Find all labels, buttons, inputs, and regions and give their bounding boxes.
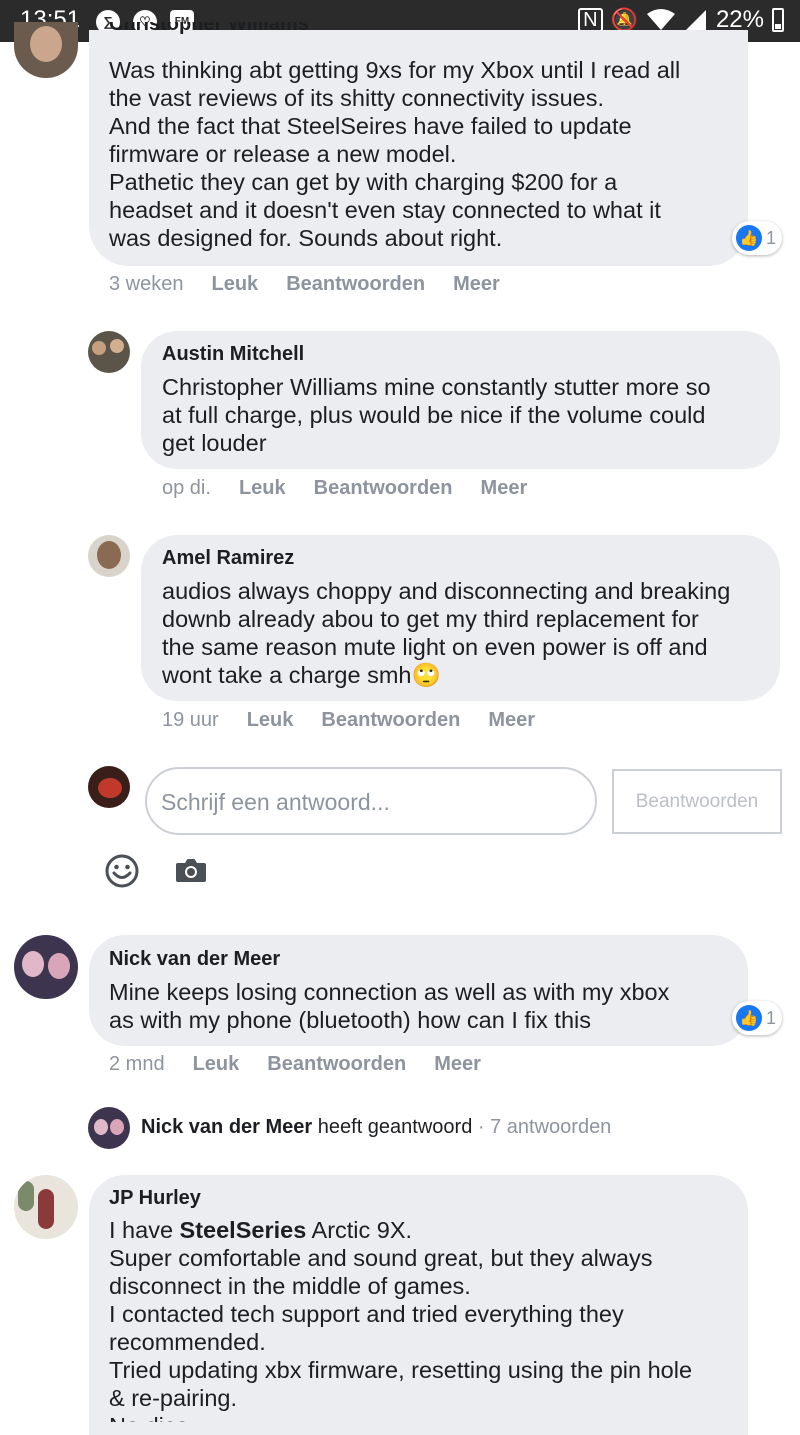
comment-text-cut: No dice. [109,1412,195,1422]
reply-button[interactable]: Beantwoorden [267,1053,406,1076]
rolling-eyes-emoji: 🙄 [411,662,441,688]
comment-time[interactable]: 19 uur [162,709,219,732]
reply-button[interactable]: Beantwoorden [321,709,460,732]
nfc-icon: N [578,8,603,32]
avatar [88,1107,130,1149]
comment-text: Was thinking abt getting 9xs for my Xbox… [109,57,681,251]
more-button[interactable]: Meer [434,1053,481,1076]
comment-text-body: audios always choppy and disconnecting a… [162,578,731,688]
more-button[interactable]: Meer [481,477,528,500]
view-replies-link[interactable]: Nick van der Meer heeft geantwoord · 7 a… [141,1116,611,1139]
thumbs-up-icon: 👍 [736,225,762,251]
avatar[interactable] [14,22,78,78]
comment-text-bold: SteelSeries [179,1217,307,1243]
comment-text: I have SteelSeries Arctic 9X. Super comf… [109,1216,692,1412]
reaction-number: 1 [766,227,777,248]
avatar[interactable] [14,935,78,999]
comment-actions: 2 mnd Leuk Beantwoorden Meer [109,1053,481,1076]
comment-text-part: Super comfortable and sound great, but t… [109,1245,693,1411]
avatar[interactable] [14,1175,78,1239]
comment-time[interactable]: 2 mnd [109,1053,165,1076]
comment-text: Mine keeps losing connection as well as … [109,979,670,1033]
like-button[interactable]: Leuk [247,709,294,732]
comment-author[interactable]: Christopher Williams [109,22,309,36]
comment-text-part: I have [109,1217,180,1243]
comment-time[interactable]: 3 weken [109,273,184,296]
more-button[interactable]: Meer [453,273,500,296]
like-button[interactable]: Leuk [239,477,286,500]
reaction-number: 1 [766,1007,777,1028]
thumbs-up-icon: 👍 [736,1005,762,1031]
like-button[interactable]: Leuk [212,273,259,296]
reaction-count[interactable]: 👍 1 [732,221,783,255]
comment-time[interactable]: op di. [162,477,211,500]
comment-author[interactable]: Amel Ramirez [162,547,294,570]
avatar [88,766,130,808]
comment-text-part: Arctic 9X. [306,1217,413,1243]
more-button[interactable]: Meer [488,709,535,732]
reply-action: heeft geantwoord [317,1116,473,1138]
reply-button[interactable]: Beantwoorden [314,477,453,500]
like-button[interactable]: Leuk [193,1053,240,1076]
reply-button[interactable]: Beantwoorden [286,273,425,296]
battery-icon [772,8,784,32]
comment-author[interactable]: Austin Mitchell [162,343,304,366]
comment-actions: 3 weken Leuk Beantwoorden Meer [109,273,500,296]
reply-input[interactable]: Schrijf een antwoord... [145,767,597,835]
reply-author: Nick van der Meer [141,1116,313,1138]
wifi-icon [646,9,675,30]
comment-text: Christopher Williams mine constantly stu… [162,374,711,456]
comment-text: audios always choppy and disconnecting a… [162,577,730,689]
emoji-icon[interactable] [104,853,140,889]
reaction-count[interactable]: 👍 1 [732,1001,783,1035]
avatar[interactable] [88,331,130,373]
comment-author[interactable]: Nick van der Meer [109,948,280,971]
reply-count: · 7 antwoorden [477,1116,612,1138]
reply-placeholder: Schrijf een antwoord... [161,789,390,815]
reply-submit-button[interactable]: Beantwoorden [612,769,782,834]
comment-author[interactable]: JP Hurley [109,1187,201,1210]
camera-icon[interactable] [175,856,207,884]
comment-actions: op di. Leuk Beantwoorden Meer [162,477,527,500]
comment-actions: 19 uur Leuk Beantwoorden Meer [162,709,535,732]
signal-icon [685,10,706,30]
avatar[interactable] [88,535,130,577]
